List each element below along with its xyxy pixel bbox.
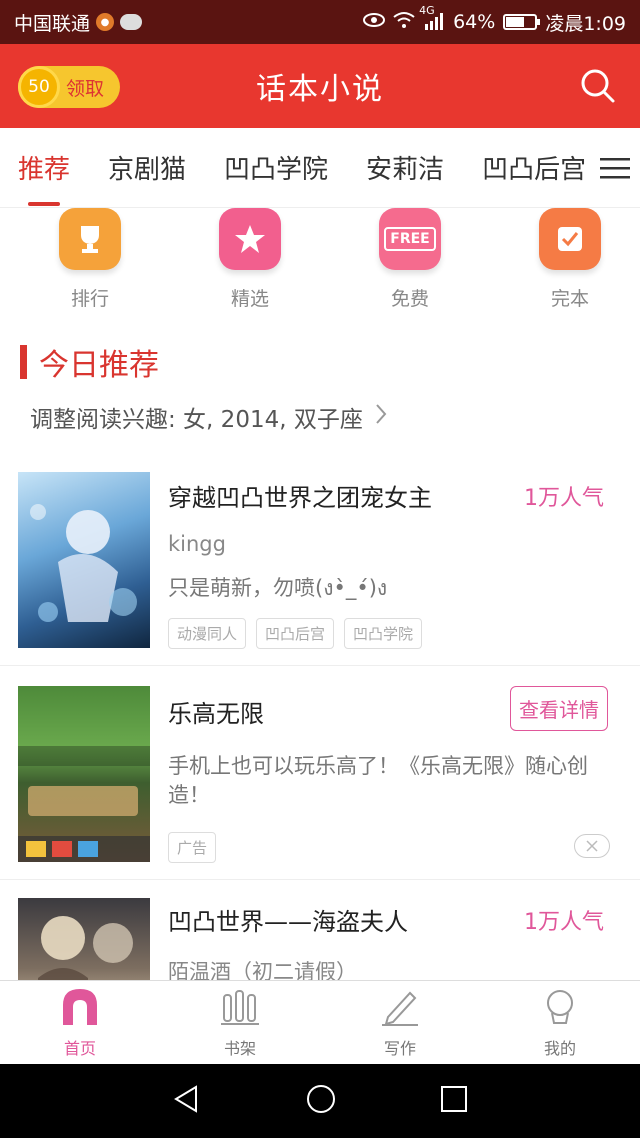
view-details-button[interactable]: 查看详情	[510, 686, 608, 731]
popularity-label: 1万人气	[524, 910, 604, 935]
quick-link-free[interactable]: FREE 免费	[340, 208, 480, 320]
wechat-icon	[120, 14, 143, 30]
wifi-icon	[393, 11, 415, 34]
ad-description: 手机上也可以玩乐高了！《乐高无限》随心创造！	[168, 754, 588, 807]
bookshelf-icon	[220, 987, 260, 1031]
tab-aotu-harem[interactable]: 凹凸后宫	[482, 128, 586, 207]
notification-app-icon: ●	[96, 13, 115, 31]
network-type-label: 4G	[419, 3, 435, 17]
book-item[interactable]: 穿越凹凸世界之团宠女主 1万人气 kingg 只是萌新，勿喷(ง•̀_•́)ง …	[0, 450, 640, 666]
adjust-interest-link[interactable]: 调整阅读兴趣: 女, 2014, 双子座	[30, 400, 387, 434]
tab-recommend[interactable]: 推荐	[18, 128, 70, 207]
interest-text: 调整阅读兴趣: 女, 2014, 双子座	[30, 407, 363, 433]
tag[interactable]: 凹凸学院	[344, 618, 423, 649]
book-description: 只是萌新，勿喷(ง•̀_•́)ง	[168, 576, 388, 600]
status-bar: 中国联通 ● 4G 64% 凌晨1:09	[0, 0, 640, 44]
check-icon	[539, 208, 601, 270]
book-title: 凹凸世界——海盗夫人	[168, 908, 408, 936]
tag-list: 动漫同人 凹凸后宫 凹凸学院	[168, 618, 423, 649]
section-title-text: 今日推荐	[39, 348, 159, 383]
quick-link-label: 免费	[390, 288, 429, 310]
app-bar: 50 领取 话本小说	[0, 44, 640, 128]
tab-anlijie[interactable]: 安莉洁	[366, 128, 444, 207]
ad-item[interactable]: 乐高无限 查看详情 手机上也可以玩乐高了！《乐高无限》随心创造！ 广告	[0, 666, 640, 880]
carrier-label: 中国联通	[14, 12, 91, 35]
tag[interactable]: 凹凸后宫	[256, 618, 335, 649]
ad-tag: 广告	[168, 832, 217, 863]
search-icon[interactable]	[580, 68, 616, 104]
category-tabs: 推荐 京剧猫 凹凸学院 安莉洁 凹凸后宫	[0, 128, 640, 208]
back-icon[interactable]	[172, 1084, 202, 1118]
profile-icon	[540, 987, 580, 1031]
quick-links: 排行 精选 FREE 免费 完本	[0, 208, 640, 320]
nav-label: 写作	[383, 1038, 416, 1058]
star-icon	[219, 208, 281, 270]
signal-icon: 4G	[419, 4, 445, 33]
quick-link-featured[interactable]: 精选	[180, 208, 320, 320]
popularity-label: 1万人气	[524, 486, 604, 511]
app-title: 话本小说	[256, 72, 384, 107]
bottom-nav: 首页 书架 写作 我的	[0, 980, 640, 1064]
book-item[interactable]: 凹凸世界——海盗夫人 1万人气 陌温酒（初二请假）	[0, 880, 640, 980]
nav-profile[interactable]: 我的	[480, 981, 640, 1064]
chevron-right-icon	[375, 403, 387, 431]
coin-icon: 50	[18, 66, 60, 108]
quick-link-label: 排行	[70, 288, 109, 310]
quick-link-label: 完本	[550, 288, 589, 310]
free-icon: FREE	[379, 208, 441, 270]
quick-link-ranking[interactable]: 排行	[20, 208, 160, 320]
eye-icon	[363, 11, 386, 33]
pen-icon	[380, 987, 420, 1031]
section-title: 今日推荐	[20, 340, 159, 384]
tag[interactable]: 动漫同人	[168, 618, 247, 649]
system-nav-bar	[0, 1064, 640, 1138]
quick-link-completed[interactable]: 完本	[500, 208, 640, 320]
battery-percent: 64%	[453, 11, 496, 33]
tab-aotu-academy[interactable]: 凹凸学院	[224, 128, 328, 207]
menu-icon[interactable]	[590, 128, 640, 207]
book-cover	[18, 472, 150, 648]
quick-link-label: 精选	[230, 288, 269, 310]
nav-label: 书架	[223, 1038, 256, 1058]
ad-tag-list: 广告	[168, 832, 217, 863]
nav-write[interactable]: 写作	[320, 981, 480, 1064]
nav-label: 首页	[63, 1038, 96, 1058]
home-circle-icon[interactable]	[305, 1083, 337, 1119]
nav-home[interactable]: 首页	[0, 981, 160, 1064]
section-marker	[20, 345, 27, 379]
nav-bookshelf[interactable]: 书架	[160, 981, 320, 1064]
trophy-icon	[59, 208, 121, 270]
book-cover	[18, 898, 150, 980]
clock: 凌晨1:09	[545, 12, 626, 35]
close-ad-icon[interactable]	[574, 834, 610, 858]
ad-title: 乐高无限	[168, 700, 264, 728]
nav-label: 我的	[543, 1038, 576, 1058]
book-title: 穿越凹凸世界之团宠女主	[168, 484, 432, 512]
home-icon	[60, 987, 100, 1031]
claim-label: 领取	[66, 77, 105, 100]
claim-coins-button[interactable]: 50 领取	[18, 66, 120, 108]
book-author: kingg	[168, 532, 226, 556]
recent-apps-icon[interactable]	[440, 1085, 468, 1117]
tab-jingjumao[interactable]: 京剧猫	[108, 128, 186, 207]
free-icon-text: FREE	[384, 227, 436, 251]
battery-icon	[503, 14, 541, 30]
book-author: 陌温酒（初二请假）	[168, 960, 357, 980]
ad-image	[18, 686, 150, 862]
